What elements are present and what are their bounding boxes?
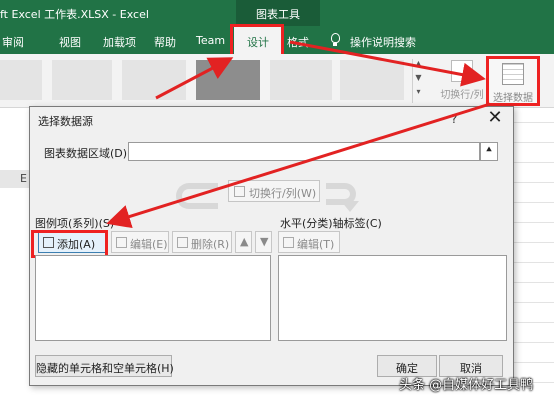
switch-arrow-icon — [341, 201, 359, 212]
edit-axis-labels-button[interactable]: 编辑(T) — [278, 231, 340, 253]
tab-review[interactable]: 审阅 — [2, 26, 24, 54]
delete-series-button[interactable]: 删除(R) — [172, 231, 232, 253]
switch-icon — [234, 186, 245, 197]
watermark: 头条 @自媒体好工具鸭 — [399, 378, 534, 393]
tab-help[interactable]: 帮助 — [154, 26, 176, 54]
sheet-grid[interactable] — [512, 108, 554, 402]
switch-arc-decoration — [176, 183, 218, 209]
chart-style-thumbnail[interactable] — [270, 60, 332, 100]
edit-series-label: 编辑(E) — [130, 238, 168, 251]
legend-series-label: 图例项(系列)(S) — [35, 217, 115, 230]
move-up-button[interactable]: ▲ — [235, 231, 252, 253]
gallery-down-icon[interactable]: ▼ — [413, 73, 424, 87]
axis-labels-list[interactable] — [278, 255, 507, 341]
move-down-button[interactable]: ▼ — [255, 231, 272, 253]
close-icon[interactable]: ✕ — [483, 108, 507, 130]
chart-style-thumbnail[interactable] — [122, 60, 186, 100]
switch-row-col-label: 切换行/列 — [440, 90, 484, 101]
axis-toolbar: 编辑(T) — [278, 231, 506, 253]
switch-row-col-area: 切换行/列(W) — [176, 179, 376, 215]
select-data-source-dialog: 选择数据源 ? ✕ 图表数据区域(D): ⯅ 切换行/列(W) 图例项(系列)(… — [29, 106, 514, 386]
chart-style-thumbnail[interactable] — [196, 60, 260, 100]
gallery-scrollbar[interactable]: ▲ ▼ ▾ — [412, 59, 424, 103]
tab-team[interactable]: Team — [196, 26, 225, 54]
select-data-label: 选择数据 — [493, 93, 533, 104]
delete-series-label: 删除(R) — [191, 238, 230, 251]
tab-addins[interactable]: 加载项 — [103, 26, 136, 54]
hidden-empty-cells-button[interactable]: 隐藏的单元格和空单元格(H) — [35, 355, 174, 377]
add-button-highlight — [31, 230, 108, 258]
lightbulb-icon — [331, 33, 340, 46]
range-collapse-icon[interactable]: ⯅ — [480, 142, 498, 161]
title-bar: ft Excel 工作表.XLSX - Excel 图表工具 — [0, 0, 554, 26]
tab-design[interactable]: 设计 — [230, 24, 284, 57]
delete-icon — [177, 237, 188, 248]
ribbon-tab-bar: 审阅 视图 加载项 帮助 Team 设计 格式 操作说明搜索 — [0, 24, 554, 57]
chart-style-thumbnail[interactable] — [340, 60, 404, 100]
chart-tools-context-label: 图表工具 — [236, 0, 320, 26]
axis-labels-label: 水平(分类)轴标签(C) — [280, 217, 382, 230]
gallery-up-icon[interactable]: ▲ — [413, 59, 424, 73]
tab-view[interactable]: 视图 — [59, 26, 81, 54]
window-title: ft Excel 工作表.XLSX - Excel — [0, 8, 149, 21]
gallery-more-icon[interactable]: ▾ — [413, 87, 424, 101]
design-tab-highlight — [230, 24, 284, 57]
chart-style-thumbnail[interactable] — [0, 60, 42, 100]
select-data-icon — [502, 63, 524, 85]
dialog-switch-row-col-button[interactable]: 切换行/列(W) — [228, 180, 320, 202]
chart-style-thumbnail[interactable] — [52, 60, 112, 100]
switch-row-col-icon — [451, 60, 473, 82]
series-list[interactable] — [35, 255, 271, 341]
help-icon[interactable]: ? — [451, 112, 457, 126]
edit-axis-label: 编辑(T) — [297, 238, 335, 251]
chart-range-input[interactable] — [128, 142, 480, 161]
edit-series-button[interactable]: 编辑(E) — [111, 231, 169, 253]
select-data-button[interactable]: 选择数据 — [486, 56, 540, 106]
switch-row-col-button[interactable]: 切换行/列 — [436, 56, 488, 106]
ribbon-panel: ▲ ▼ ▾ 切换行/列 选择数据 — [0, 54, 554, 108]
edit-icon — [283, 237, 294, 248]
tab-format[interactable]: 格式 — [287, 26, 309, 54]
tell-me-search[interactable]: 操作说明搜索 — [350, 26, 416, 54]
chart-range-label: 图表数据区域(D): — [44, 147, 131, 160]
dialog-title: 选择数据源 — [38, 115, 93, 128]
edit-icon — [116, 237, 127, 248]
dialog-switch-label: 切换行/列(W) — [249, 187, 317, 200]
column-header[interactable]: E — [0, 170, 30, 188]
